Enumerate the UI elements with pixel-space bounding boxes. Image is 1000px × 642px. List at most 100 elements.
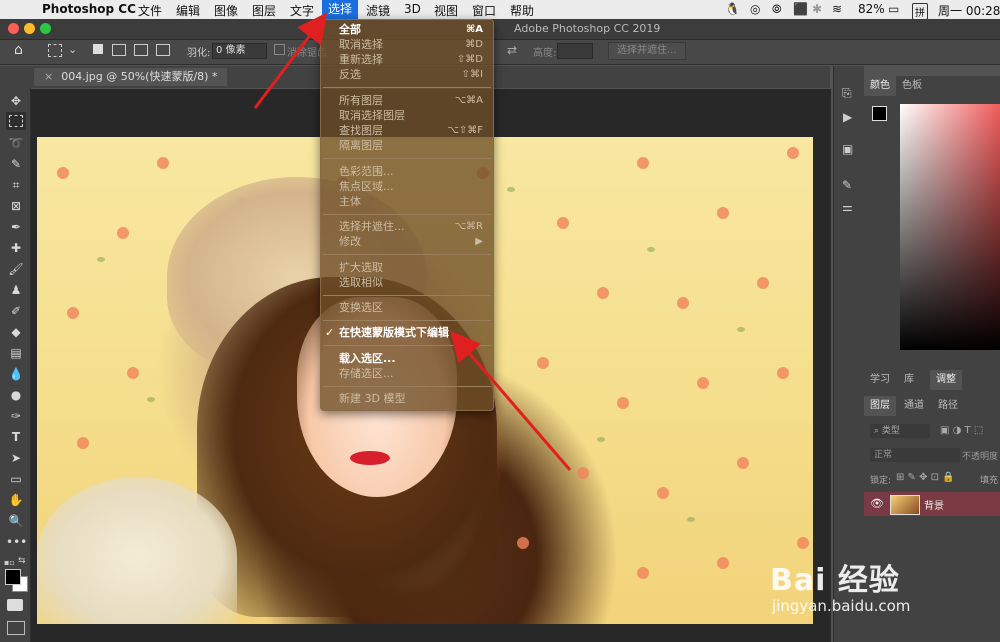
- intersect-selection-icon[interactable]: [156, 44, 170, 56]
- pen-tool-icon[interactable]: ✑: [6, 407, 26, 425]
- menu-item-modify[interactable]: 修改 ▶: [321, 234, 493, 249]
- history-brush-tool-icon[interactable]: ✐: [6, 302, 26, 320]
- qq-icon[interactable]: 🐧: [725, 2, 740, 16]
- close-tab-icon[interactable]: ×: [44, 70, 53, 83]
- minimize-window-button[interactable]: [24, 23, 35, 34]
- menu-item-subject[interactable]: 主体: [321, 194, 493, 209]
- tab-paths[interactable]: 路径: [932, 396, 964, 416]
- menu-item-isolate-layers[interactable]: 隔离图层: [321, 138, 493, 153]
- tab-learn[interactable]: 学习: [864, 370, 896, 390]
- menu-item-focus-area[interactable]: 焦点区域...: [321, 179, 493, 194]
- chevron-down-icon[interactable]: ⌄: [68, 43, 77, 56]
- menu-filter[interactable]: 滤镜: [366, 2, 390, 19]
- bluetooth-icon[interactable]: ✱: [812, 2, 822, 16]
- filter-image-icon[interactable]: ▣ ◑ T ⬚: [940, 425, 983, 436]
- crop-tool-icon[interactable]: ⌗: [6, 176, 26, 194]
- menu-item-new-3d-model[interactable]: 新建 3D 模型: [321, 391, 493, 406]
- brush-tool-icon[interactable]: 🖌: [6, 260, 26, 278]
- tab-layers[interactable]: 图层: [864, 396, 896, 416]
- history-icon[interactable]: ⎘: [842, 86, 852, 101]
- close-window-button[interactable]: [8, 23, 19, 34]
- healing-brush-tool-icon[interactable]: ✚: [6, 239, 26, 257]
- clock[interactable]: 周一 00:28: [938, 2, 1000, 19]
- fg-color-chip[interactable]: [872, 106, 887, 121]
- menu-select[interactable]: 选择: [322, 0, 359, 19]
- wifi-icon[interactable]: ≋: [832, 2, 842, 16]
- path-selection-tool-icon[interactable]: ➤: [6, 449, 26, 467]
- menu-file[interactable]: 文件: [138, 2, 162, 19]
- swap-icon[interactable]: ⇄: [507, 43, 517, 57]
- layer-kind-filter[interactable]: ⌕ 类型: [870, 424, 930, 438]
- status-icon-3[interactable]: ⬛: [793, 2, 808, 16]
- layer-row-background[interactable]: 👁 背景: [864, 492, 1000, 516]
- eyedropper-tool-icon[interactable]: ✒: [6, 218, 26, 236]
- menu-item-select-and-mask[interactable]: 选择并遮住... ⌥⌘R: [321, 219, 493, 234]
- select-mask-button[interactable]: 选择并遮住...: [608, 42, 686, 60]
- frame-tool-icon[interactable]: ⊠: [6, 197, 26, 215]
- rectangle-tool-icon[interactable]: ▭: [6, 470, 26, 488]
- menu-item-deselect-layers[interactable]: 取消选择图层: [321, 108, 493, 123]
- menu-item-select-all[interactable]: 全部 ⌘A: [321, 22, 493, 37]
- type-tool-icon[interactable]: T: [6, 428, 26, 446]
- quick-mask-icon[interactable]: [7, 599, 23, 611]
- screen-mode-icon[interactable]: [7, 621, 25, 635]
- menu-item-deselect[interactable]: 取消选择 ⌘D: [321, 37, 493, 52]
- input-method[interactable]: 拼: [912, 3, 928, 20]
- move-tool-icon[interactable]: ✥: [6, 92, 26, 110]
- battery-icon[interactable]: ▭: [888, 2, 899, 16]
- menu-item-grow[interactable]: 扩大选取: [321, 260, 493, 275]
- document-tab[interactable]: × 004.jpg @ 50%(快速蒙版/8) *: [34, 68, 228, 86]
- menu-app-name[interactable]: Photoshop CC: [42, 2, 136, 16]
- tab-color[interactable]: 颜色: [864, 76, 896, 96]
- menu-item-all-layers[interactable]: 所有图层 ⌥⌘A: [321, 93, 493, 108]
- home-icon[interactable]: ⌂: [14, 42, 23, 58]
- adjust-sliders-icon[interactable]: ⚌: [842, 200, 853, 214]
- dodge-tool-icon[interactable]: ●: [6, 386, 26, 404]
- add-selection-icon[interactable]: [112, 44, 126, 56]
- menu-item-inverse[interactable]: 反选 ⇧⌘I: [321, 67, 493, 82]
- color-picker-field[interactable]: [900, 104, 1000, 350]
- tab-swatches[interactable]: 色板: [896, 76, 928, 96]
- marquee-preset-icon[interactable]: [48, 44, 62, 57]
- clone-stamp-tool-icon[interactable]: ♟: [6, 281, 26, 299]
- feather-input[interactable]: 0 像素: [212, 43, 267, 59]
- quick-select-tool-icon[interactable]: ✎: [6, 155, 26, 173]
- gradient-tool-icon[interactable]: ▤: [6, 344, 26, 362]
- menu-item-save-selection[interactable]: 存储选区...: [321, 366, 493, 381]
- menu-item-similar[interactable]: 选取相似: [321, 275, 493, 290]
- zoom-window-button[interactable]: [40, 23, 51, 34]
- menu-item-load-selection[interactable]: 载入选区...: [321, 351, 493, 366]
- menu-view[interactable]: 视图: [434, 2, 458, 19]
- tab-channels[interactable]: 通道: [898, 396, 930, 416]
- menu-item-reselect[interactable]: 重新选择 ⇧⌘D: [321, 52, 493, 67]
- status-icon[interactable]: ◎: [750, 2, 760, 16]
- menu-3d[interactable]: 3D: [404, 2, 421, 16]
- blur-tool-icon[interactable]: 💧: [6, 365, 26, 383]
- new-selection-icon[interactable]: [93, 44, 103, 54]
- antialias-checkbox[interactable]: [274, 44, 285, 55]
- height-input[interactable]: [557, 43, 593, 59]
- more-tools-icon[interactable]: •••: [6, 533, 27, 551]
- foreground-color-swatch[interactable]: [5, 569, 21, 585]
- blend-mode-select[interactable]: 正常: [870, 448, 960, 462]
- tab-library[interactable]: 库: [898, 370, 920, 390]
- tab-adjustments[interactable]: 调整: [930, 370, 962, 390]
- menu-type[interactable]: 文字: [290, 2, 314, 19]
- zoom-tool-icon[interactable]: 🔍: [6, 512, 26, 530]
- play-action-icon[interactable]: ▶: [843, 110, 852, 124]
- properties-icon[interactable]: ▣: [842, 142, 853, 156]
- menu-help[interactable]: 帮助: [510, 2, 534, 19]
- menu-item-transform-selection[interactable]: 变换选区: [321, 300, 493, 315]
- menu-item-color-range[interactable]: 色彩范围...: [321, 164, 493, 179]
- menu-layer[interactable]: 图层: [252, 2, 276, 19]
- default-colors-icon[interactable]: ▪▫: [4, 558, 15, 567]
- eye-icon[interactable]: 👁: [870, 497, 884, 510]
- menu-window[interactable]: 窗口: [472, 2, 496, 19]
- status-icon-2[interactable]: ⦾: [772, 2, 782, 17]
- menu-image[interactable]: 图像: [214, 2, 238, 19]
- marquee-tool-icon[interactable]: [6, 112, 26, 130]
- menu-edit[interactable]: 编辑: [176, 2, 200, 19]
- subtract-selection-icon[interactable]: [134, 44, 148, 56]
- swap-colors-icon[interactable]: ⇆: [18, 556, 26, 566]
- eraser-tool-icon[interactable]: ◆: [6, 323, 26, 341]
